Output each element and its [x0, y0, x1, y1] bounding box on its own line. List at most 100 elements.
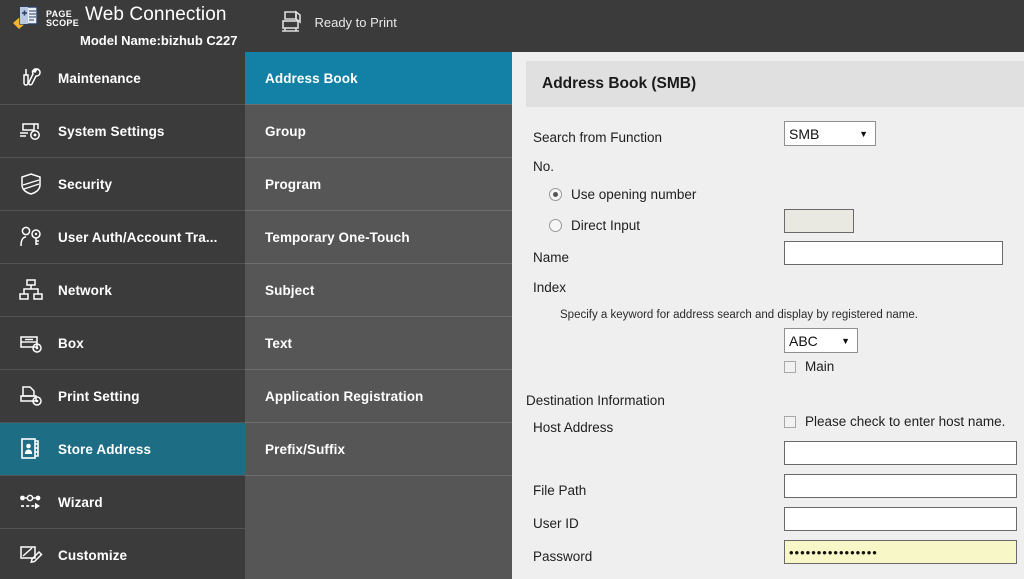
submenu-item-group[interactable]: Group [245, 105, 512, 158]
index-control: ABC ▼ [784, 328, 858, 353]
row-destination-information: Destination Information [512, 387, 1024, 414]
password-label: Password [512, 549, 592, 564]
submenu-item-application-registration[interactable]: Application Registration [245, 370, 512, 423]
printer-gear-icon [14, 381, 48, 411]
use-opening-number-option[interactable]: Use opening number [512, 187, 696, 202]
secondary-sidebar: Address Book Group Program Temporary One… [245, 52, 512, 579]
pencil-page-icon [14, 540, 48, 570]
row-index-select: ABC ▼ [512, 328, 1024, 359]
brand-block: PAGE SCOPE Web Connection Model Name:biz… [0, 0, 237, 52]
file-path-label: File Path [512, 483, 586, 498]
index-label: Index [512, 280, 566, 295]
model-name: Model Name:bizhub C227 [80, 33, 237, 48]
sidebar-item-label: Store Address [58, 442, 151, 457]
printer-status-block: Ready to Print [279, 10, 396, 34]
address-book-form: Search from Function SMB ▼ No. [512, 107, 1024, 579]
wrench-screwdriver-icon [14, 63, 48, 93]
host-address-control [784, 441, 1017, 465]
direct-input-field[interactable] [784, 209, 854, 233]
host-address-label: Host Address [512, 420, 613, 435]
row-main-checkbox: Main [512, 359, 1024, 387]
pagescope-logo-icon [12, 4, 42, 32]
index-hint-text: Specify a keyword for address search and… [512, 309, 918, 321]
row-limiting-access: Limiting Access to Destinations ▶ [512, 573, 1024, 579]
sidebar-item-label: Wizard [58, 495, 103, 510]
checkbox-main[interactable] [784, 361, 796, 373]
search-from-function-control: SMB ▼ [784, 121, 876, 146]
printer-icon [279, 10, 305, 34]
sidebar-item-print-setting[interactable]: Print Setting [0, 370, 245, 423]
checkbox-enter-host-name[interactable] [784, 416, 796, 428]
submenu-item-address-book[interactable]: Address Book [245, 52, 512, 105]
row-user-id: User ID [512, 507, 1024, 540]
search-from-function-selectwrap: SMB ▼ [784, 121, 876, 146]
direct-input-option[interactable]: Direct Input [512, 218, 640, 233]
search-from-function-label: Search from Function [512, 130, 662, 145]
sidebar-item-label: Network [58, 283, 112, 298]
radio-use-opening-number[interactable] [549, 188, 562, 201]
printer-status-text: Ready to Print [314, 15, 396, 30]
sidebar-item-system-settings[interactable]: System Settings [0, 105, 245, 158]
user-id-label: User ID [512, 516, 579, 531]
user-id-input[interactable] [784, 507, 1017, 531]
host-name-checkbox-control: Please check to enter host name. [784, 414, 1005, 429]
row-use-opening-number: Use opening number [512, 180, 1024, 209]
submenu-item-prefix-suffix[interactable]: Prefix/Suffix [245, 423, 512, 476]
sidebar-item-label: User Auth/Account Tra... [58, 230, 217, 245]
host-name-option[interactable]: Please check to enter host name. [784, 414, 1005, 429]
sidebar-item-wizard[interactable]: Wizard [0, 476, 245, 529]
user-key-icon [14, 222, 48, 252]
radio-direct-input[interactable] [549, 219, 562, 232]
top-header-bar: PAGE SCOPE Web Connection Model Name:biz… [0, 0, 1024, 52]
row-name: Name [512, 241, 1024, 274]
pagescope-line2: SCOPE [46, 19, 79, 28]
name-label: Name [512, 250, 569, 265]
sidebar-item-box[interactable]: Box [0, 317, 245, 370]
submenu-item-temporary-one-touch[interactable]: Temporary One-Touch [245, 211, 512, 264]
direct-input-label: Direct Input [571, 218, 640, 233]
name-control [784, 241, 1003, 265]
box-gear-icon [14, 328, 48, 358]
brand-text: PAGE SCOPE Web Connection Model Name:biz… [46, 0, 237, 52]
search-from-function-select[interactable]: SMB [784, 121, 876, 146]
name-input[interactable] [784, 241, 1003, 265]
password-control [784, 540, 1017, 564]
main-body: Maintenance System Settings [0, 52, 1024, 579]
sidebar-item-label: Maintenance [58, 71, 141, 86]
index-select[interactable]: ABC [784, 328, 858, 353]
sidebar-item-label: System Settings [58, 124, 165, 139]
sidebar-item-network[interactable]: Network [0, 264, 245, 317]
pagescope-wordmark: PAGE SCOPE [46, 10, 79, 28]
use-opening-number-label: Use opening number [571, 187, 696, 202]
sidebar-item-security[interactable]: Security [0, 158, 245, 211]
web-connection-app: PAGE SCOPE Web Connection Model Name:biz… [0, 0, 1024, 579]
main-control: Main [784, 359, 834, 374]
destination-information-label: Destination Information [512, 393, 665, 408]
submenu-item-program[interactable]: Program [245, 158, 512, 211]
main-label: Main [805, 359, 834, 374]
sidebar-item-customize[interactable]: Customize [0, 529, 245, 579]
main-option[interactable]: Main [784, 359, 834, 374]
wizard-flow-icon [14, 487, 48, 517]
row-direct-input: Direct Input [512, 209, 1024, 241]
row-host-address-input [512, 441, 1024, 474]
row-index: Index [512, 274, 1024, 301]
page-title: Address Book (SMB) [542, 75, 696, 93]
app-title: Web Connection [85, 5, 227, 25]
sidebar-item-store-address[interactable]: Store Address [0, 423, 245, 476]
row-no: No. [512, 153, 1024, 180]
panel-header: Address Book (SMB) [526, 61, 1024, 107]
row-index-hint: Specify a keyword for address search and… [512, 301, 1024, 328]
shield-icon [14, 169, 48, 199]
file-path-input[interactable] [784, 474, 1017, 498]
sidebar-item-label: Box [58, 336, 84, 351]
submenu-item-subject[interactable]: Subject [245, 264, 512, 317]
network-nodes-icon [14, 275, 48, 305]
submenu-item-text[interactable]: Text [245, 317, 512, 370]
row-host-address: Host Address Please check to enter host … [512, 414, 1024, 441]
sidebar-item-user-auth[interactable]: User Auth/Account Tra... [0, 211, 245, 264]
password-input[interactable] [784, 540, 1017, 564]
primary-sidebar: Maintenance System Settings [0, 52, 245, 579]
host-address-input[interactable] [784, 441, 1017, 465]
sidebar-item-maintenance[interactable]: Maintenance [0, 52, 245, 105]
